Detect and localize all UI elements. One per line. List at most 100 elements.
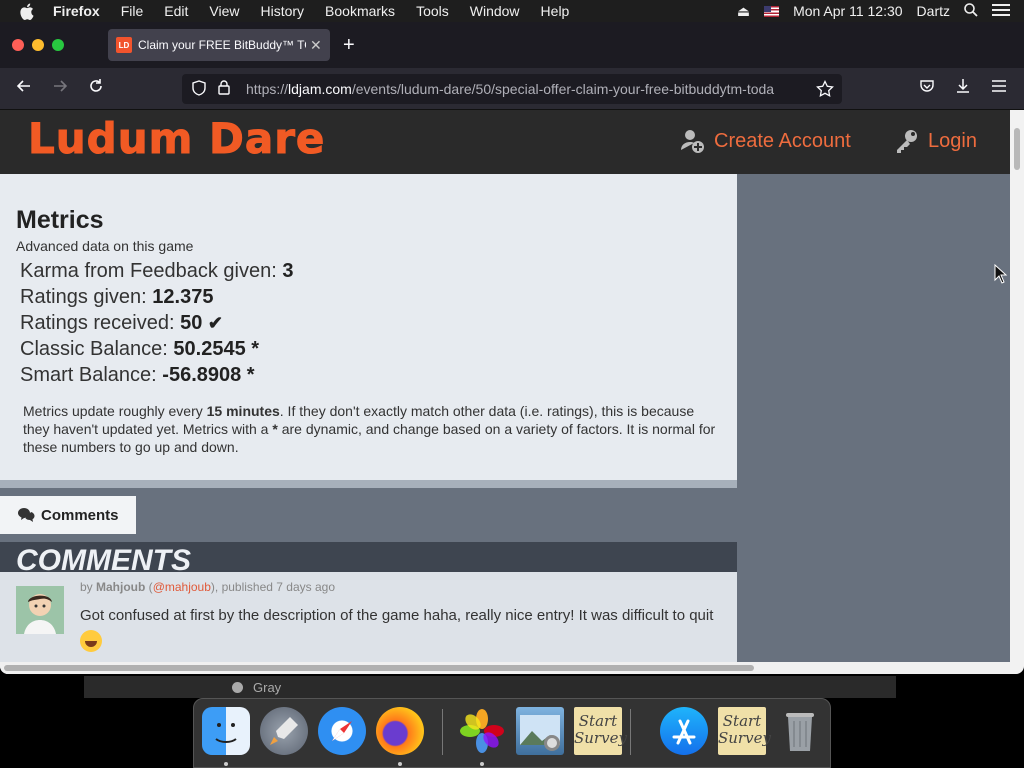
note-label: Start Survey [718,712,771,747]
tab-title: Claim your FREE BitBuddy™ TO [138,38,306,52]
comment-text: Got confused at first by the description… [80,607,714,624]
metric-value: 50 [180,312,203,334]
forward-button[interactable] [52,78,68,99]
note-label: Start Survey [574,712,627,747]
url-prefix: https:// [246,81,289,97]
mouse-cursor-icon [994,263,1008,289]
control-center-icon[interactable] [992,3,1010,20]
dock: Start Survey Start Survey [193,698,831,768]
metrics-subtitle: Advanced data on this game [16,238,194,254]
menu-window[interactable]: Window [470,3,520,19]
tracking-shield-icon[interactable] [192,79,206,99]
vertical-scrollbar[interactable] [1010,110,1024,674]
vertical-scroll-thumb[interactable] [1014,128,1020,170]
safari-icon[interactable] [318,707,366,755]
background-list-item[interactable]: Gray [232,680,281,695]
menubar-user[interactable]: Dartz [917,3,950,19]
menu-file[interactable]: File [121,3,144,19]
note-text: Metrics update roughly every [23,403,207,419]
photos-icon[interactable] [458,707,506,755]
create-account-link[interactable]: Create Account [680,128,851,154]
horizontal-scrollbar[interactable] [0,662,1010,674]
comments-tab[interactable]: Comments [0,496,136,534]
metric-classic-balance: Classic Balance: 50.2545 * [20,338,259,361]
app-store-icon[interactable] [660,707,708,755]
window-minimize-button[interactable] [32,39,44,51]
eject-icon[interactable]: ⏏ [737,3,750,20]
input-source-flag-icon[interactable] [764,5,780,17]
menu-bar: Firefox File Edit View History Bookmarks… [0,0,1024,22]
metrics-panel: Metrics Advanced data on this game Karma… [0,174,737,480]
comment-author-handle[interactable]: @mahjoub [153,580,211,594]
comment-meta: , published 7 days ago [214,580,335,594]
section-divider [0,480,737,488]
metric-label: Karma from Feedback given: [20,260,283,282]
metric-ratings-given: Ratings given: 12.375 [20,286,213,309]
nav-bar: https://ldjam.com/events/ludum-dare/50/s… [0,68,1024,110]
metrics-note: Metrics update roughly every 15 minutes.… [23,402,723,456]
avatar[interactable] [16,586,64,634]
menu-view[interactable]: View [209,3,239,19]
preview-icon[interactable] [516,707,564,755]
comments-tab-label: Comments [41,506,119,524]
finder-running-indicator [224,762,228,766]
reload-button[interactable] [88,78,104,99]
spotlight-icon[interactable] [964,2,978,20]
url-bar[interactable]: https://ldjam.com/events/ludum-dare/50/s… [182,74,842,104]
lock-icon[interactable] [218,80,232,98]
site-header: Ludum Dare Create Account Login [0,110,1010,174]
back-button[interactable] [16,78,32,99]
create-account-label: Create Account [714,129,851,152]
menu-edit[interactable]: Edit [164,3,188,19]
add-user-icon [681,130,704,153]
firefox-running-indicator [398,762,402,766]
metric-karma: Karma from Feedback given: 3 [20,260,293,283]
start-survey-note[interactable]: Start Survey [718,707,771,755]
menu-help[interactable]: Help [541,3,570,19]
login-link[interactable]: Login [894,128,977,154]
metric-value: 12.375 [152,286,214,308]
menu-tools[interactable]: Tools [416,3,449,19]
bookmark-star-icon[interactable] [816,79,834,101]
window-zoom-button[interactable] [52,39,64,51]
metric-smart-balance: Smart Balance: -56.8908 * [20,364,255,387]
byline-prefix: by [80,580,97,594]
dock-separator [442,709,443,755]
hamburger-menu-icon[interactable] [991,78,1007,99]
window-close-button[interactable] [12,39,24,51]
grinning-emoji-icon [80,630,102,653]
metric-ratings-received: Ratings received: 50 ✔ [20,312,223,335]
gray-dot-icon [232,682,243,693]
horizontal-scroll-thumb[interactable] [4,665,754,671]
launchpad-icon[interactable] [260,707,308,755]
new-tab-button[interactable]: + [343,34,355,57]
comment-body: Got confused at first by the description… [80,604,720,653]
pocket-icon[interactable] [919,78,935,99]
metric-value: -56.8908 * [162,364,255,386]
comments-header-title: COMMENTS [16,544,191,572]
url-path: /events/ludum-dare/50/special-offer-clai… [351,81,775,97]
metric-label: Ratings received: [20,312,181,334]
menu-history[interactable]: History [260,3,304,19]
menu-bookmarks[interactable]: Bookmarks [325,3,395,19]
tab-bar: LD Claim your FREE BitBuddy™ TO ✕ + [0,22,1024,68]
tab-active[interactable]: LD Claim your FREE BitBuddy™ TO ✕ [108,29,330,61]
menu-app-name[interactable]: Firefox [53,3,100,19]
metric-value: 3 [282,260,294,282]
browser-window: LD Claim your FREE BitBuddy™ TO ✕ + http… [0,22,1024,674]
firefox-icon[interactable] [376,707,424,755]
dock-separator [630,709,631,755]
ludum-dare-logo[interactable]: Ludum Dare [27,114,325,164]
tab-close-icon[interactable]: ✕ [310,37,322,54]
downloads-icon[interactable] [955,78,971,99]
apple-icon[interactable] [19,2,37,20]
ludum-dare-favicon-icon: LD [116,37,132,53]
key-icon [897,130,917,153]
start-survey-note[interactable]: Start Survey [574,707,627,755]
finder-icon[interactable] [202,707,250,755]
comment-author[interactable]: Mahjoub [96,580,145,594]
menubar-clock[interactable]: Mon Apr 11 12:30 [793,3,902,19]
metric-value: 50.2545 * [173,338,260,360]
comments-icon [18,508,35,522]
trash-icon[interactable] [776,707,824,755]
